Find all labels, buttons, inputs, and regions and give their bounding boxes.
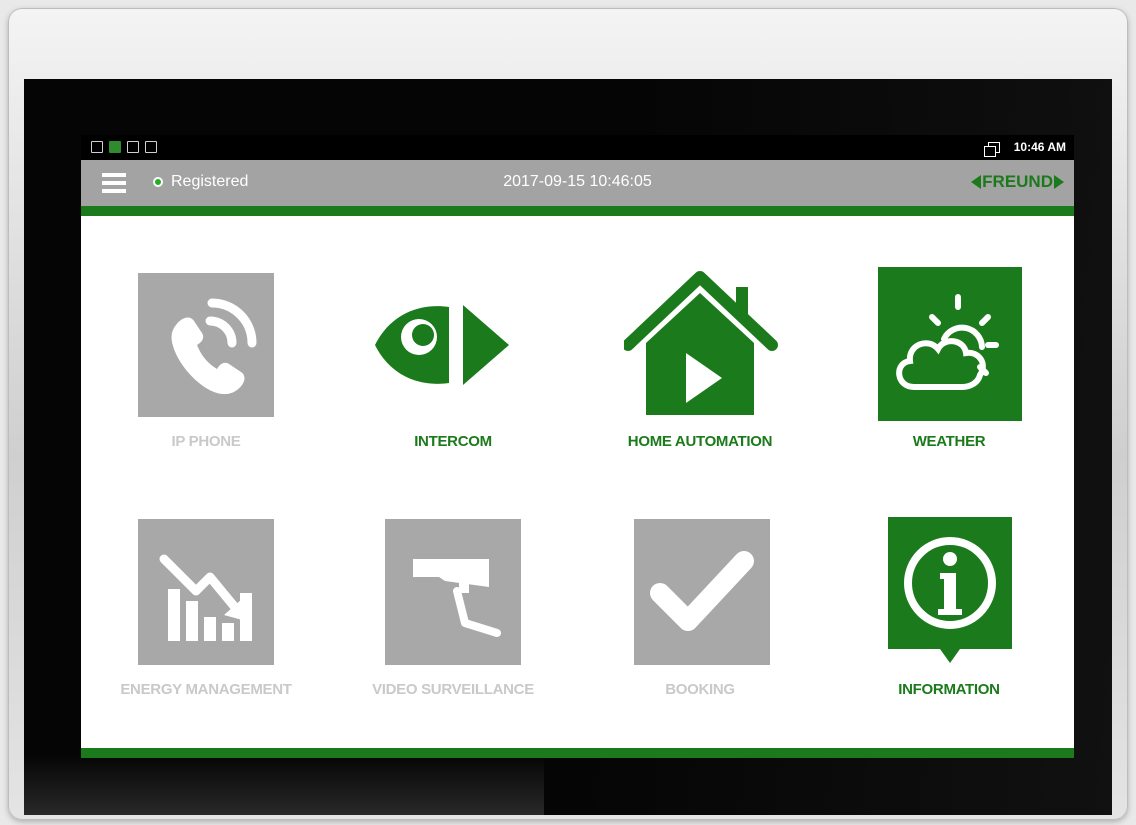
check-icon <box>634 519 770 665</box>
camera-icon <box>385 519 521 665</box>
brand-name: FREUND <box>982 172 1053 191</box>
tile-label: IP PHONE <box>171 433 241 450</box>
tile-label: VIDEO SURVEILLANCE <box>372 681 534 698</box>
screen-cast-icon <box>983 141 1000 157</box>
tile-label: ENERGY MANAGEMENT <box>120 681 292 698</box>
tile-label: HOME AUTOMATION <box>627 433 773 450</box>
energy-chart-icon <box>138 519 274 665</box>
status-time: 10:46 AM <box>1013 140 1066 154</box>
brand-logo: FREUND <box>971 172 1064 192</box>
status-bar: 10:46 AM <box>81 135 1074 160</box>
top-bar: Registered 2017-09-15 10:46:05 FREUND <box>81 160 1074 216</box>
tile-label: INTERCOM <box>414 433 492 450</box>
app-icon <box>109 141 121 153</box>
mail-icon <box>127 141 139 153</box>
info-icon <box>888 517 1012 663</box>
arrow-left-icon <box>971 175 982 189</box>
tile-label: WEATHER <box>912 433 986 450</box>
cloud-sun-icon <box>878 267 1022 421</box>
phone-icon <box>138 273 274 417</box>
eye-play-icon <box>375 305 509 385</box>
bottom-bar <box>81 748 1074 758</box>
tile-label: BOOKING <box>665 681 735 698</box>
house-play-icon <box>624 271 778 415</box>
date-time: 2017-09-15 10:46:05 <box>503 173 652 190</box>
sim-icon <box>145 141 157 153</box>
picture-icon <box>91 141 103 153</box>
arrow-right-icon <box>1054 175 1064 189</box>
tile-label: INFORMATION <box>898 681 1000 698</box>
screen: 10:46 AM Registered 2017-09-15 10:46:05 … <box>81 135 1074 758</box>
